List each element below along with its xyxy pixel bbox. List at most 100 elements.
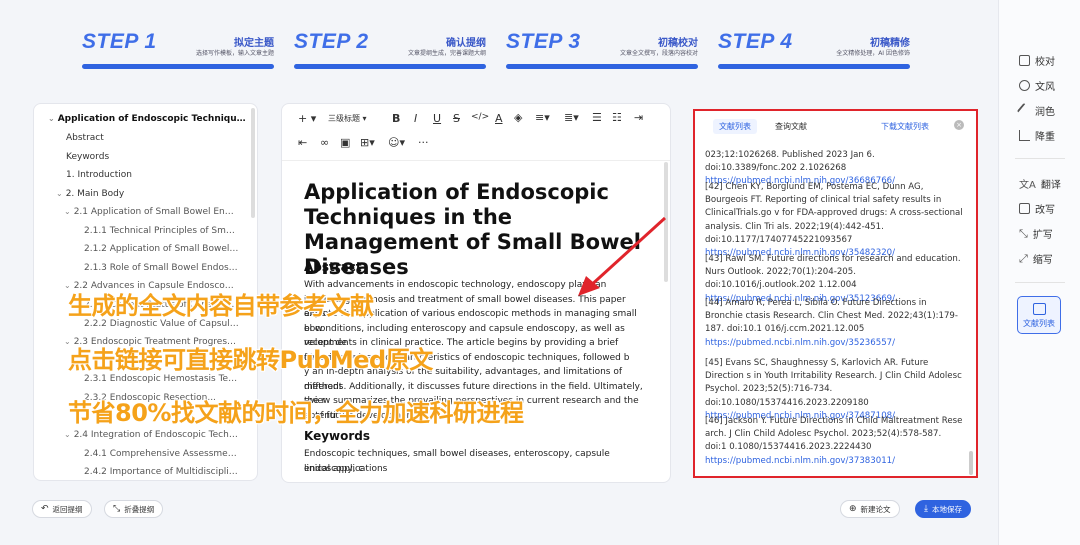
outline-root[interactable]: ⌄ Application of Endoscopic Techniques i.… <box>48 114 248 124</box>
align-icon[interactable]: ≡▾ <box>535 111 550 124</box>
step-number: STEP 1 <box>82 30 157 53</box>
insert-button[interactable]: + ▾ <box>298 112 316 125</box>
table-icon[interactable]: ⊞▾ <box>360 136 375 149</box>
keywords-heading[interactable]: Keywords <box>304 429 370 443</box>
close-icon[interactable]: × <box>954 120 964 130</box>
outline-scrollbar[interactable] <box>251 108 255 218</box>
outline-item-label: 2. Main Body <box>65 189 125 199</box>
chevron-down-icon: ⌄ <box>64 207 71 216</box>
reference-text: [46] Jackson Y. Future Directions in Chi… <box>705 416 963 453</box>
step-bar <box>506 64 698 69</box>
underline-button[interactable]: U <box>433 112 441 125</box>
highlight-icon[interactable]: ◈ <box>514 111 522 124</box>
bullet-list-icon[interactable]: ☰ <box>592 111 602 124</box>
step-title: 初稿精修 <box>870 38 910 49</box>
step-bar <box>82 64 274 69</box>
outline-item[interactable]: 2.4.1 Comprehensive Assessment ... <box>84 449 239 459</box>
references-tool-label: 文献列表 <box>1023 319 1055 328</box>
back-to-outline-button[interactable]: ↶ 返回提纲 <box>32 500 92 518</box>
new-paper-label: 新建论文 <box>860 504 891 514</box>
save-local-button[interactable]: ⤓ 本地保存 <box>915 500 971 518</box>
palette-icon <box>1019 80 1030 91</box>
polish-label: 润色 <box>1035 107 1055 118</box>
new-paper-button[interactable]: ⊕ 新建论文 <box>840 500 900 518</box>
abstract-heading[interactable]: Abstract <box>304 260 362 274</box>
step-1[interactable]: STEP 1 拟定主题 选择写作模板，输入文章主题 <box>80 28 276 72</box>
strike-button[interactable]: S <box>453 112 460 125</box>
step-3[interactable]: STEP 3 初稿校对 文章全文撰写，段落内容校对 <box>504 28 700 72</box>
reduce-button[interactable]: 降重 <box>1019 128 1055 143</box>
plus-circle-icon: ⊕ <box>849 504 857 514</box>
chevron-down-icon: ⌄ <box>48 114 55 123</box>
toolbar-divider <box>282 160 670 161</box>
font-color-button[interactable]: A <box>495 112 503 125</box>
expand-button[interactable]: ⤡ 扩写 <box>1019 226 1053 242</box>
code-button[interactable]: </> <box>471 112 489 122</box>
outline-item[interactable]: 1. Introduction <box>66 170 246 180</box>
emoji-icon[interactable]: ☺▾ <box>388 136 405 149</box>
reference-text: [44] Amaro R, Perea L, Sibila O. Future … <box>705 298 958 335</box>
italic-button[interactable]: I <box>414 112 417 125</box>
heading-label: 三级标题 <box>328 114 360 123</box>
download-references-link[interactable]: 下载文献列表 <box>881 121 929 132</box>
style-button[interactable]: 文风 <box>1019 78 1055 93</box>
image-icon[interactable]: ▣ <box>340 136 350 149</box>
proofread-button[interactable]: 校对 <box>1019 53 1055 68</box>
link-icon[interactable]: ∞ <box>320 136 329 149</box>
bold-button[interactable]: B <box>392 112 400 125</box>
keywords-line[interactable]: linical applications <box>304 462 644 477</box>
brush-icon <box>1016 102 1033 119</box>
tab-search-references[interactable]: 查询文献 <box>775 121 807 132</box>
step-desc: 选择写作模板，输入文章主题 <box>195 50 274 57</box>
step-desc: 文章全文撰写，段落内容校对 <box>619 50 698 57</box>
reference-entry: [45] Evans SC, Shaughnessy S, Karlovich … <box>705 357 963 423</box>
tool-sidebar: 校对 文风 润色 降重 文A 翻译 改写 ⤡ 扩写 ⤢ 缩写 文献列表 <box>998 0 1080 545</box>
shorten-label: 缩写 <box>1032 255 1053 266</box>
step-desc: 文章提纲生成，完善课题大纲 <box>407 50 486 57</box>
shorten-button[interactable]: ⤢ 缩写 <box>1019 251 1053 267</box>
references-scrollbar[interactable] <box>969 451 973 475</box>
references-panel: 文献列表 查询文献 下载文献列表 × 023;12:1026268. Publi… <box>693 109 978 478</box>
step-2[interactable]: STEP 2 确认提纲 文章提纲生成，完善课题大纲 <box>292 28 488 72</box>
outline-item[interactable]: 2.1.1 Technical Principles of Small ... <box>84 226 239 236</box>
numbered-list-icon[interactable]: ☷ <box>612 111 622 124</box>
reference-entry: [46] Jackson Y. Future Directions in Chi… <box>705 415 963 468</box>
heading-select[interactable]: 三级标题 ▾ <box>328 113 367 124</box>
book-icon <box>1032 303 1046 315</box>
collapse-icon: ⤡ <box>113 504 121 514</box>
step-number: STEP 2 <box>294 30 369 53</box>
step-bar <box>718 64 910 69</box>
collapse-outline-button[interactable]: ⤡ 折叠提纲 <box>104 500 164 518</box>
outline-item[interactable]: Keywords <box>66 152 246 162</box>
outline-item[interactable]: ⌄ 2.1 Application of Small Bowel Endo... <box>64 207 239 217</box>
undo-icon: ↶ <box>41 504 49 514</box>
references-tool-button[interactable]: 文献列表 <box>1017 296 1061 334</box>
translate-label: 翻译 <box>1040 180 1061 191</box>
download-icon: ⤓ <box>924 504 928 514</box>
insert-label: + <box>298 112 308 125</box>
reference-entry: [42] Chen KY, Borglund EM, Postema EC, D… <box>705 181 963 260</box>
step-4[interactable]: STEP 4 初稿精修 全文精修处理，AI 因色修饰 <box>716 28 912 72</box>
sidebar-divider <box>1015 158 1065 159</box>
outline-item-label: 2.1 Application of Small Bowel Endo... <box>73 207 239 217</box>
outline-item[interactable]: 2.1.3 Role of Small Bowel Endosco... <box>84 263 239 273</box>
outline-item[interactable]: 2.1.2 Application of Small Bowel E... <box>84 244 239 254</box>
outline-item[interactable]: 2.3.1 Endoscopic Hemostasis Tech... <box>84 374 239 384</box>
rewrite-button[interactable]: 改写 <box>1019 201 1055 216</box>
outline-item[interactable]: 2.4.2 Importance of Multidisciplina... <box>84 467 239 477</box>
line-height-icon[interactable]: ≣▾ <box>564 111 579 124</box>
indent-icon[interactable]: ⇥ <box>634 111 643 124</box>
more-button[interactable]: ··· <box>418 136 429 149</box>
proofread-label: 校对 <box>1035 57 1055 68</box>
tab-reference-list[interactable]: 文献列表 <box>713 119 757 134</box>
polish-button[interactable]: 润色 <box>1016 102 1055 119</box>
pubmed-link[interactable]: https://pubmed.ncbi.nlm.nih.gov/35236557… <box>705 338 895 348</box>
step-bar <box>294 64 486 69</box>
translate-button[interactable]: 文A 翻译 <box>1019 176 1061 191</box>
outline-item[interactable]: Abstract <box>66 133 246 143</box>
outline-item[interactable]: ⌄ 2.4 Integration of Endoscopic Techn... <box>64 430 239 440</box>
outline-item[interactable]: ⌄ 2. Main Body <box>56 189 246 199</box>
reference-text: [45] Evans SC, Shaughnessy S, Karlovich … <box>705 358 962 408</box>
outdent-icon[interactable]: ⇤ <box>298 136 307 149</box>
pubmed-link[interactable]: https://pubmed.ncbi.nlm.nih.gov/37383011… <box>705 456 895 466</box>
